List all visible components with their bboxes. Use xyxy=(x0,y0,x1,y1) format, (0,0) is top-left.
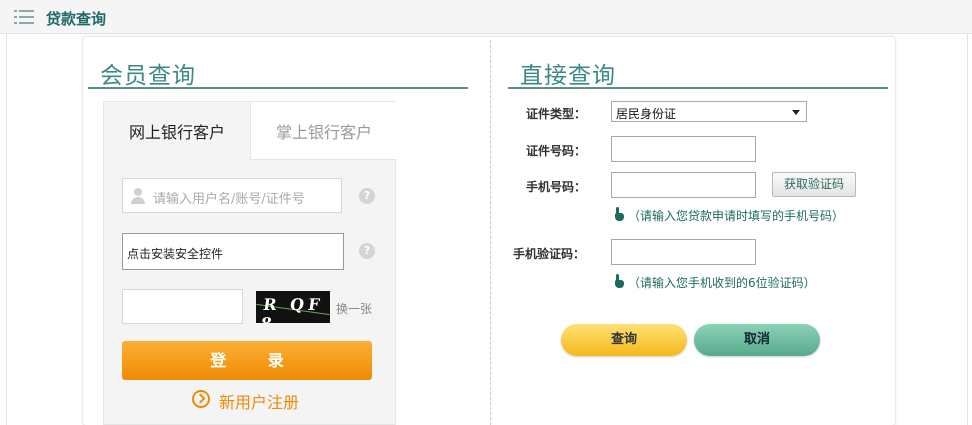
refresh-captcha-link[interactable]: 换一张 xyxy=(336,300,372,317)
section-header-bar: 贷款查询 xyxy=(0,0,972,34)
sms-code-label: 手机验证码： xyxy=(513,247,586,261)
phone-hint-text: （请输入您贷款申请时填写的手机号码） xyxy=(628,209,845,223)
id-type-value: 居民身份证 xyxy=(616,107,677,121)
column-divider xyxy=(490,40,491,425)
id-number-input[interactable] xyxy=(611,136,756,162)
id-number-label: 证件号码： xyxy=(526,144,587,158)
register-label: 新用户注册 xyxy=(219,393,300,412)
pointing-hand-icon xyxy=(614,274,624,288)
arrow-circle-icon xyxy=(192,390,210,408)
query-button[interactable]: 查询 xyxy=(561,324,687,356)
login-button[interactable]: 登 录 xyxy=(122,341,372,380)
help-icon[interactable]: ? xyxy=(359,243,375,259)
get-code-button[interactable]: 获取验证码 xyxy=(772,172,856,197)
phone-label: 手机号码： xyxy=(526,180,587,194)
captcha-image[interactable]: R QF 8 xyxy=(256,291,330,323)
captcha-input[interactable] xyxy=(122,289,243,324)
page-title: 贷款查询 xyxy=(46,10,107,28)
chevron-down-icon xyxy=(792,110,800,115)
person-icon xyxy=(131,188,145,204)
pointing-hand-icon xyxy=(614,207,624,221)
direct-query-title: 直接查询 xyxy=(520,63,616,89)
phone-input[interactable] xyxy=(611,172,756,198)
sms-code-input[interactable] xyxy=(611,239,756,265)
member-query-title: 会员查询 xyxy=(100,63,196,89)
plugin-text: 点击安装安全控件 xyxy=(127,247,224,261)
username-placeholder: 请输入用户名/账号/证件号 xyxy=(153,192,305,207)
id-type-select[interactable]: 居民身份证 xyxy=(611,101,807,122)
security-plugin-box[interactable]: 点击安装安全控件 xyxy=(122,233,344,270)
cancel-button[interactable]: 取消 xyxy=(694,324,820,356)
tab-online-banking[interactable]: 网上银行客户 xyxy=(104,102,250,160)
sms-code-hint-text: （请输入您手机收到的6位验证码） xyxy=(628,276,816,290)
tab-mobile-banking[interactable]: 掌上银行客户 xyxy=(250,102,397,160)
help-icon[interactable]: ? xyxy=(359,188,375,204)
member-query-underline xyxy=(88,87,468,89)
list-icon xyxy=(14,10,34,24)
captcha-text: R QF 8 xyxy=(259,295,325,323)
username-input[interactable]: 请输入用户名/账号/证件号 xyxy=(122,178,342,213)
id-type-label: 证件类型： xyxy=(526,107,587,121)
direct-query-underline xyxy=(508,87,888,89)
